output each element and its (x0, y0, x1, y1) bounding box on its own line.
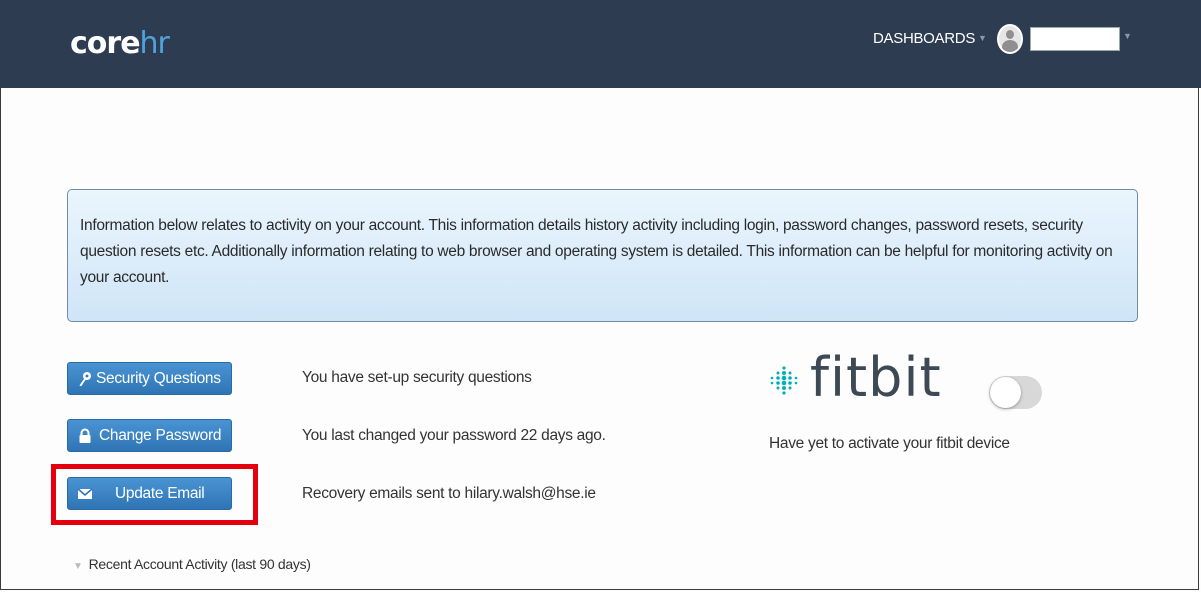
lock-icon (79, 428, 91, 443)
logo-core-text: core (70, 26, 141, 61)
avatar-head (1006, 30, 1014, 39)
recent-activity-toggle[interactable]: ▼ Recent Account Activity (last 90 days) (73, 556, 311, 572)
security-questions-label: Security Questions (96, 370, 221, 387)
triangle-down-icon: ▼ (73, 561, 83, 572)
fitbit-status-text: Have yet to activate your fitbit device (769, 435, 1010, 452)
fitbit-logo-text: fitbit (810, 346, 942, 409)
recovery-email-status: Recovery emails sent to hilary.walsh@hse… (302, 485, 596, 502)
recent-activity-label: Recent Account Activity (last 90 days) (88, 556, 311, 572)
fitbit-logo: fitbit (765, 346, 975, 412)
change-password-label: Change Password (99, 427, 222, 444)
account-info-text: Information below relates to activity on… (80, 217, 1113, 286)
user-menu-chevron-down-icon[interactable]: ▼ (1123, 31, 1132, 41)
security-questions-status: You have set-up security questions (302, 369, 532, 386)
logo-hr-text: hr (139, 26, 170, 61)
fitbit-dots-icon (770, 366, 798, 395)
key-icon (79, 372, 91, 387)
security-questions-button[interactable]: Security Questions (67, 362, 232, 395)
password-status: You last changed your password 22 days a… (302, 427, 606, 444)
account-info-box: Information below relates to activity on… (67, 189, 1138, 322)
update-email-highlight-box (51, 464, 258, 525)
username-redacted[interactable] (1030, 27, 1120, 51)
avatar[interactable] (997, 24, 1023, 54)
corehr-logo[interactable]: corehr (70, 26, 170, 61)
top-navbar: corehr DASHBOARDS ▼ ▼ (0, 0, 1201, 88)
change-password-button[interactable]: Change Password (67, 419, 232, 452)
avatar-body (1002, 40, 1018, 52)
chevron-down-icon: ▼ (978, 33, 987, 43)
toggle-knob (990, 377, 1021, 408)
dashboards-label: DASHBOARDS (873, 30, 976, 47)
dashboards-menu[interactable]: DASHBOARDS ▼ (873, 30, 987, 47)
fitbit-toggle[interactable] (989, 376, 1042, 409)
